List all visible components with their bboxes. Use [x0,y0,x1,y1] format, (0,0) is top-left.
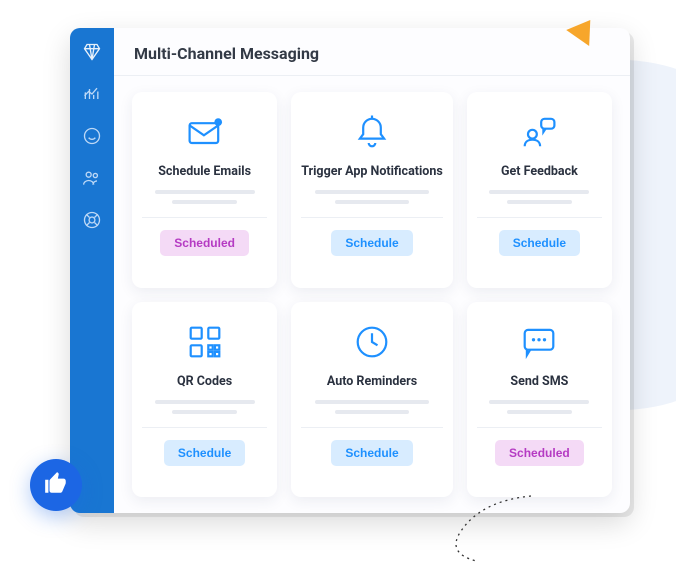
nav-chat-icon[interactable] [82,126,102,146]
card-schedule-emails: Schedule Emails Scheduled [132,92,277,288]
card-title: Schedule Emails [158,164,251,179]
skeleton-line [155,400,255,404]
decorative-dotted-path [421,491,541,571]
card-send-sms: Send SMS Scheduled [467,302,612,498]
divider [301,217,443,218]
nav-users-icon[interactable] [82,168,102,188]
skeleton-line [172,200,237,204]
scheduled-button[interactable]: Scheduled [495,440,584,466]
divider [142,427,267,428]
skeleton-line [315,190,428,194]
skeleton-line [335,200,409,204]
skeleton-line [507,410,572,414]
feedback-icon [517,110,561,154]
nav-diamond-icon[interactable] [82,42,102,62]
main-panel: Multi-Channel Messaging Schedule Emails … [114,28,630,513]
card-auto-reminders: Auto Reminders Schedule [291,302,453,498]
schedule-button[interactable]: Schedule [499,230,580,256]
skeleton-line [335,410,409,414]
schedule-button[interactable]: Schedule [331,230,412,256]
clock-icon [350,320,394,364]
skeleton-line [489,400,589,404]
skeleton-line [315,400,428,404]
schedule-button[interactable]: Schedule [331,440,412,466]
skeleton-line [507,200,572,204]
bell-icon [350,110,394,154]
card-title: Trigger App Notifications [301,164,443,179]
card-title: Get Feedback [501,164,578,179]
nav-analytics-icon[interactable] [82,84,102,104]
thumbs-up-badge [30,459,82,511]
skeleton-line [155,190,255,194]
skeleton-line [172,410,237,414]
card-grid: Schedule Emails Scheduled Trigger App No… [114,76,630,513]
thumbs-up-icon [43,470,69,500]
qr-icon [183,320,227,364]
sidebar [70,28,114,513]
divider [477,427,602,428]
scheduled-button[interactable]: Scheduled [160,230,249,256]
card-title: QR Codes [177,374,232,389]
email-icon [183,110,227,154]
page-title: Multi-Channel Messaging [134,44,610,63]
header: Multi-Channel Messaging [114,28,630,76]
skeleton-line [489,190,589,194]
card-trigger-notifications: Trigger App Notifications Schedule [291,92,453,288]
divider [301,427,443,428]
card-title: Auto Reminders [327,374,417,389]
app-window: Multi-Channel Messaging Schedule Emails … [70,28,630,513]
schedule-button[interactable]: Schedule [164,440,245,466]
divider [142,217,267,218]
card-title: Send SMS [510,374,568,389]
sms-icon [517,320,561,364]
nav-support-icon[interactable] [82,210,102,230]
card-get-feedback: Get Feedback Schedule [467,92,612,288]
divider [477,217,602,218]
card-qr-codes: QR Codes Schedule [132,302,277,498]
